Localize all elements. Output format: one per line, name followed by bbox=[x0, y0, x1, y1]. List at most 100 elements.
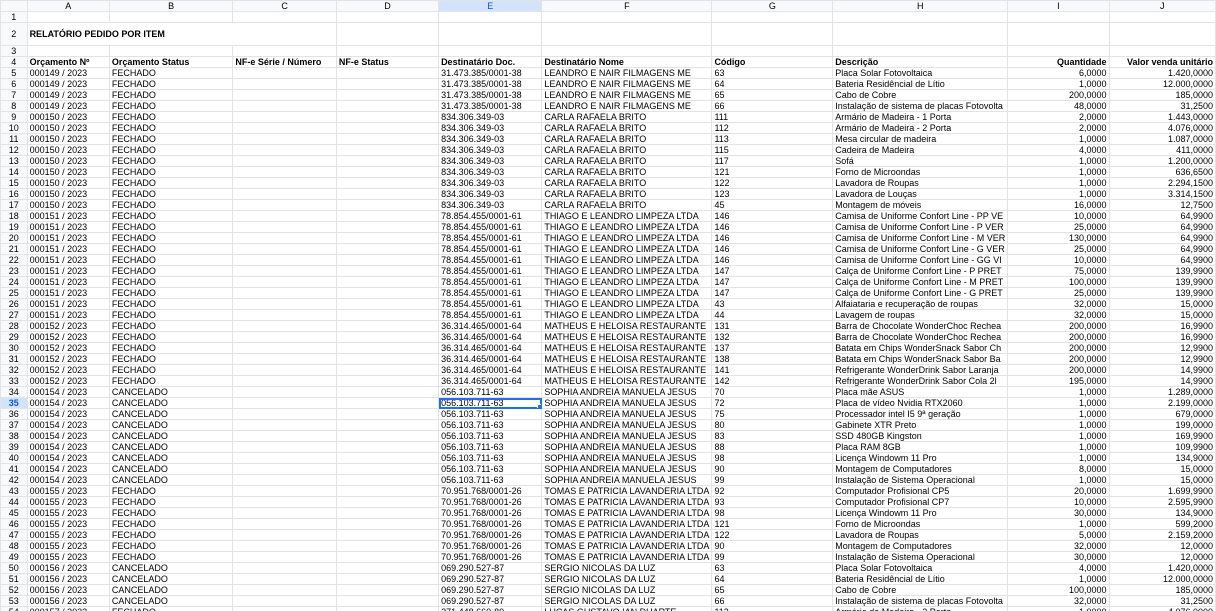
cell-destinatario-nome[interactable]: TOMAS E PATRICIA LAVANDERIA LTDA bbox=[541, 496, 713, 508]
cell-destinatario-nome[interactable]: SERGIO NICOLAS DA LUZ bbox=[541, 595, 713, 607]
cell[interactable] bbox=[711, 45, 834, 57]
cell-orcamento-numero[interactable]: 000155 / 2023 bbox=[26, 529, 110, 541]
cell-descricao[interactable]: Montagem de Computadores bbox=[832, 463, 1009, 475]
row-header[interactable]: 33 bbox=[0, 375, 28, 387]
cell-destinatario-nome[interactable]: SOPHIA ANDREIA MANUELA JESUS bbox=[541, 452, 713, 464]
fill-handle[interactable] bbox=[537, 404, 541, 408]
cell-nfe-status[interactable] bbox=[335, 485, 440, 497]
cell-orcamento-status[interactable]: CANCELADO bbox=[108, 584, 234, 596]
cell-destinatario-nome[interactable]: LUCAS GUSTAVO IAN DUARTE bbox=[541, 606, 713, 611]
cell-nfe-status[interactable] bbox=[335, 331, 440, 343]
row-header[interactable]: 15 bbox=[0, 177, 28, 189]
cell-codigo[interactable]: 146 bbox=[711, 232, 834, 244]
cell-destinatario-nome[interactable]: SOPHIA ANDREIA MANUELA JESUS bbox=[541, 463, 713, 475]
cell-quantidade[interactable]: 32,0000 bbox=[1007, 309, 1110, 321]
cell-nfe-status[interactable] bbox=[335, 386, 440, 398]
cell-nfe-serie-numero[interactable] bbox=[232, 430, 337, 442]
cell-valor-venda-unitario[interactable]: 185,0000 bbox=[1108, 584, 1216, 596]
cell-destinatario-nome[interactable]: THIAGO E LEANDRO LIMPEZA LTDA bbox=[541, 232, 713, 244]
cell-destinatario-nome[interactable]: THIAGO E LEANDRO LIMPEZA LTDA bbox=[541, 210, 713, 222]
cell-orcamento-status[interactable]: CANCELADO bbox=[108, 386, 234, 398]
cell-nfe-status[interactable] bbox=[335, 221, 440, 233]
cell-destinatario-doc[interactable]: 056.103.711-63 bbox=[438, 408, 543, 420]
cell-valor-venda-unitario[interactable]: 15,0000 bbox=[1108, 298, 1216, 310]
cell-nfe-serie-numero[interactable] bbox=[232, 287, 337, 299]
cell-descricao[interactable]: Placa Solar Fotovoltaica bbox=[832, 562, 1009, 574]
cell-nfe-status[interactable] bbox=[335, 518, 440, 530]
cell-destinatario-nome[interactable]: CARLA RAFAELA BRITO bbox=[541, 144, 713, 156]
cell-orcamento-status[interactable]: CANCELADO bbox=[108, 463, 234, 475]
cell-quantidade[interactable]: 1,0000 bbox=[1007, 408, 1110, 420]
cell-codigo[interactable]: 63 bbox=[711, 67, 834, 79]
cell-quantidade[interactable]: 1,0000 bbox=[1007, 419, 1110, 431]
cell-destinatario-doc[interactable]: 069.290.527-87 bbox=[438, 595, 543, 607]
cell-orcamento-status[interactable]: FECHADO bbox=[108, 111, 234, 123]
cell-descricao[interactable]: Forno de Microondas bbox=[832, 518, 1009, 530]
cell-destinatario-nome[interactable]: SOPHIA ANDREIA MANUELA JESUS bbox=[541, 419, 713, 431]
cell-destinatario-nome[interactable]: TOMAS E PATRICIA LAVANDERIA LTDA bbox=[541, 485, 713, 497]
cell-orcamento-status[interactable]: CANCELADO bbox=[108, 474, 234, 486]
cell-destinatario-nome[interactable]: MATHEUS E HELOISA RESTAURANTE bbox=[541, 353, 713, 365]
cell-descricao[interactable]: Camisa de Uniforme Confort Line - G VER bbox=[832, 243, 1009, 255]
cell-quantidade[interactable]: 1,0000 bbox=[1007, 78, 1110, 90]
cell-valor-venda-unitario[interactable]: 64,9900 bbox=[1108, 232, 1216, 244]
cell-codigo[interactable]: 64 bbox=[711, 573, 834, 585]
cell-destinatario-doc[interactable]: 31.473.385/0001-38 bbox=[438, 78, 543, 90]
cell-quantidade[interactable]: 100,0000 bbox=[1007, 276, 1110, 288]
cell-orcamento-status[interactable]: FECHADO bbox=[108, 496, 234, 508]
row-header[interactable]: 6 bbox=[0, 78, 28, 90]
row-header[interactable]: 19 bbox=[0, 221, 28, 233]
cell-orcamento-status[interactable]: FECHADO bbox=[108, 375, 234, 387]
cell-nfe-serie-numero[interactable] bbox=[232, 67, 337, 79]
cell-codigo[interactable]: 43 bbox=[711, 298, 834, 310]
cell-nfe-serie-numero[interactable] bbox=[232, 111, 337, 123]
cell-orcamento-numero[interactable]: 000155 / 2023 bbox=[26, 496, 110, 508]
column-header-g[interactable]: G bbox=[711, 0, 834, 12]
header-orcamento-status[interactable]: Orçamento Status bbox=[108, 56, 234, 68]
cell-codigo[interactable]: 122 bbox=[711, 529, 834, 541]
cell-nfe-serie-numero[interactable] bbox=[232, 298, 337, 310]
cell-destinatario-doc[interactable]: 834.306.349-03 bbox=[438, 177, 543, 189]
cell-valor-venda-unitario[interactable]: 199,0000 bbox=[1108, 419, 1216, 431]
cell-valor-venda-unitario[interactable]: 134,9000 bbox=[1108, 507, 1216, 519]
row-header[interactable]: 5 bbox=[0, 67, 28, 79]
column-header-f[interactable]: F bbox=[541, 0, 713, 12]
cell-nfe-serie-numero[interactable] bbox=[232, 100, 337, 112]
row-header[interactable]: 44 bbox=[0, 496, 28, 508]
cell-codigo[interactable]: 132 bbox=[711, 331, 834, 343]
cell-quantidade[interactable]: 4,0000 bbox=[1007, 562, 1110, 574]
cell-nfe-status[interactable] bbox=[335, 188, 440, 200]
row-header[interactable]: 2 bbox=[0, 22, 28, 46]
cell-descricao[interactable]: Camisa de Uniforme Confort Line - M VER bbox=[832, 232, 1009, 244]
cell-orcamento-numero[interactable]: 000151 / 2023 bbox=[26, 243, 110, 255]
cell-codigo[interactable]: 66 bbox=[711, 100, 834, 112]
cell-codigo[interactable]: 65 bbox=[711, 584, 834, 596]
cell-destinatario-nome[interactable]: TOMAS E PATRICIA LAVANDERIA LTDA bbox=[541, 518, 713, 530]
cell-destinatario-doc[interactable]: 31.473.385/0001-38 bbox=[438, 100, 543, 112]
cell[interactable] bbox=[335, 11, 440, 23]
active-cell[interactable]: 056.103.711-63 bbox=[438, 397, 543, 409]
cell-valor-venda-unitario[interactable]: 15,0000 bbox=[1108, 474, 1216, 486]
cell[interactable] bbox=[108, 11, 234, 23]
cell-quantidade[interactable]: 1,0000 bbox=[1007, 133, 1110, 145]
cell-codigo[interactable]: 137 bbox=[711, 342, 834, 354]
cell-nfe-serie-numero[interactable] bbox=[232, 276, 337, 288]
cell-valor-venda-unitario[interactable]: 679,0000 bbox=[1108, 408, 1216, 420]
cell-codigo[interactable]: 90 bbox=[711, 463, 834, 475]
cell-orcamento-numero[interactable]: 000156 / 2023 bbox=[26, 584, 110, 596]
cell-descricao[interactable]: Bateria Residêncial de Lítio bbox=[832, 78, 1009, 90]
header-orcamento-numero[interactable]: Orçamento Nº bbox=[26, 56, 110, 68]
cell-orcamento-status[interactable]: FECHADO bbox=[108, 353, 234, 365]
cell-orcamento-numero[interactable]: 000151 / 2023 bbox=[26, 309, 110, 321]
cell-valor-venda-unitario[interactable]: 15,0000 bbox=[1108, 463, 1216, 475]
cell-nfe-status[interactable] bbox=[335, 551, 440, 563]
cell-quantidade[interactable]: 1,0000 bbox=[1007, 155, 1110, 167]
cell-quantidade[interactable]: 25,0000 bbox=[1007, 243, 1110, 255]
cell-quantidade[interactable]: 1,0000 bbox=[1007, 573, 1110, 585]
cell-descricao[interactable]: Camisa de Uniforme Confort Line - PP VE bbox=[832, 210, 1009, 222]
cell-orcamento-numero[interactable]: 000151 / 2023 bbox=[26, 254, 110, 266]
cell-orcamento-numero[interactable]: 000150 / 2023 bbox=[26, 199, 110, 211]
row-header[interactable]: 50 bbox=[0, 562, 28, 574]
row-header[interactable]: 17 bbox=[0, 199, 28, 211]
cell-codigo[interactable]: 146 bbox=[711, 210, 834, 222]
